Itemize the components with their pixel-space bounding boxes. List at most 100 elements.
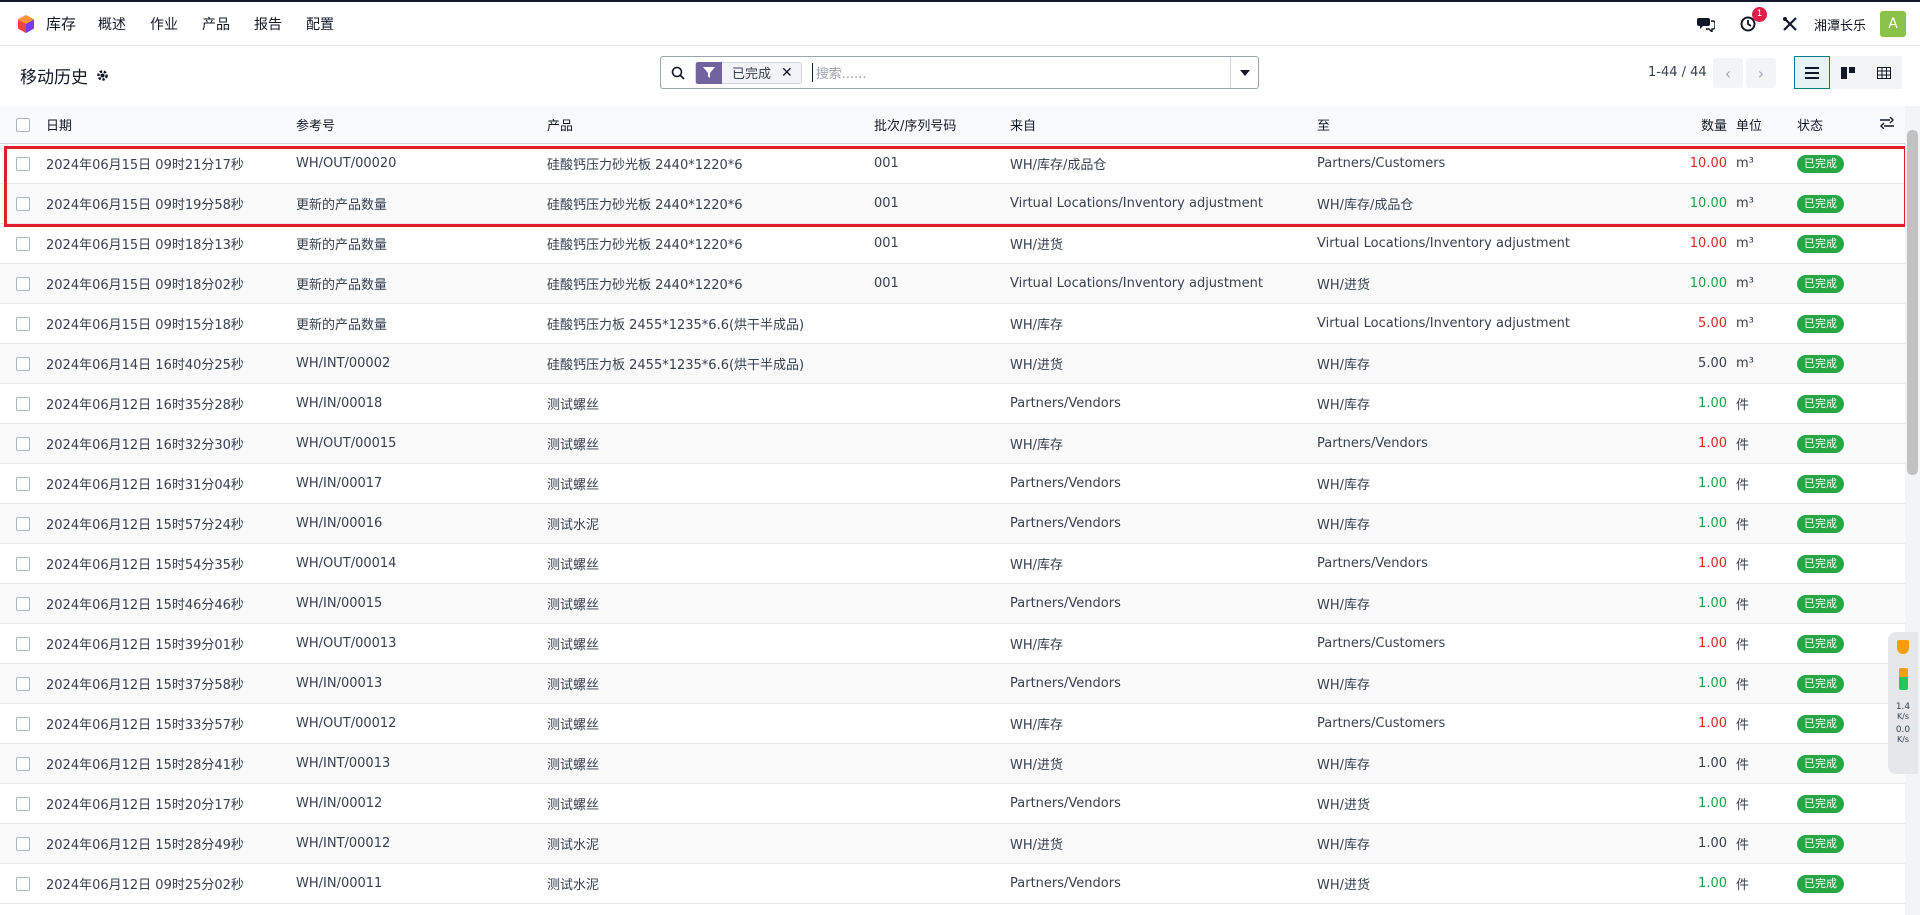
cell-uom: m³ [1736,196,1754,211]
status-badge: 已完成 [1797,514,1844,533]
menu-operations[interactable]: 作业 [150,14,178,34]
row-checkbox[interactable] [16,636,30,651]
cell-state: 已完成 [1797,874,1857,893]
row-checkbox[interactable] [16,396,30,411]
table-row[interactable]: 2024年06月15日 09时18分02秒 更新的产品数量 硅酸钙压力砂光板 244… [0,264,1905,304]
cell-date: 2024年06月14日 16时40分25秒 [46,358,244,373]
cell-to: Partners/Customers [1317,636,1446,651]
column-to[interactable]: 至 [1317,115,1647,134]
cell-reference: WH/IN/00016 [296,516,383,531]
column-product[interactable]: 产品 [547,115,867,134]
gear-icon[interactable] [96,69,109,82]
pager-next-button[interactable]: › [1746,58,1776,88]
cell-state: 已完成 [1797,794,1857,813]
pivot-view-button[interactable] [1866,56,1902,89]
cell-uom: 件 [1736,758,1750,773]
activity-clock-icon[interactable]: 1 [1738,7,1767,34]
row-checkbox[interactable] [16,156,30,171]
table-header: 日期 参考号 产品 批次/序列号码 来自 至 数量 单位 状态 [0,106,1905,144]
table-row[interactable]: 2024年06月15日 09时15分18秒 更新的产品数量 硅酸钙压力板 2455*… [0,304,1905,344]
table-row[interactable]: 2024年06月12日 15时54分35秒 WH/OUT/00014 测试螺丝 WH/… [0,544,1905,584]
table-row[interactable]: 2024年06月12日 15时46分46秒 WH/IN/00015 测试螺丝 Part… [0,584,1905,624]
row-checkbox[interactable] [16,356,30,371]
column-date[interactable]: 日期 [46,115,286,134]
page-title: 移动历史 [20,68,88,88]
row-checkbox[interactable] [16,876,30,891]
menu-overview[interactable]: 概述 [98,14,126,34]
row-checkbox[interactable] [16,236,30,251]
search-icon [671,66,685,80]
cell-state: 已完成 [1797,754,1857,773]
row-checkbox[interactable] [16,716,30,731]
chat-icon[interactable] [1696,14,1716,34]
search-input[interactable]: 搜索...... [811,63,1230,82]
table-row[interactable]: 2024年06月12日 15时37分58秒 WH/IN/00013 测试螺丝 Part… [0,664,1905,704]
table-row[interactable]: 2024年06月12日 16时35分28秒 WH/IN/00018 测试螺丝 Part… [0,384,1905,424]
status-badge: 已完成 [1797,354,1844,373]
pager-value[interactable]: 1-44 / 44 [1648,65,1707,80]
cell-date: 2024年06月15日 09时18分13秒 [46,238,244,253]
search-options-toggle[interactable] [1230,57,1258,88]
row-checkbox[interactable] [16,596,30,611]
select-all-checkbox[interactable] [16,117,30,132]
pager-previous-button[interactable]: ‹ [1713,58,1743,88]
row-checkbox[interactable] [16,476,30,491]
cell-product: 测试水泥 [547,838,600,853]
column-reference[interactable]: 参考号 [296,115,536,134]
row-checkbox[interactable] [16,436,30,451]
table-row[interactable]: 2024年06月12日 15时33分57秒 WH/OUT/00012 测试螺丝 WH/… [0,704,1905,744]
cell-from: WH/库存 [1010,438,1064,453]
company-switcher[interactable]: 湘潭长乐 [1814,15,1866,34]
list-view-button[interactable] [1794,56,1830,89]
table-row[interactable]: 2024年06月14日 16时40分25秒 WH/INT/00002 硅酸钙压力板 … [0,344,1905,384]
cell-lot: 001 [874,236,899,251]
search-bar[interactable]: 已完成 ✕ 搜索...... [660,56,1259,89]
row-checkbox[interactable] [16,556,30,571]
column-uom[interactable]: 单位 [1736,115,1776,134]
column-state[interactable]: 状态 [1797,115,1857,134]
cell-to: WH/库存 [1317,838,1371,853]
table-row[interactable]: 2024年06月12日 15时28分49秒 WH/INT/00012 测试水泥 WH/… [0,824,1905,864]
table-row[interactable]: 2024年06月15日 09时19分58秒 更新的产品数量 硅酸钙压力砂光板 244… [0,184,1905,224]
inventory-app-icon[interactable] [16,14,36,34]
debug-tools-icon[interactable] [1780,14,1800,34]
table-row[interactable]: 2024年06月12日 15时28分41秒 WH/INT/00013 测试螺丝 WH/… [0,744,1905,784]
row-checkbox[interactable] [16,316,30,331]
row-checkbox[interactable] [16,756,30,771]
cell-reference: 更新的产品数量 [296,318,388,333]
column-quantity[interactable]: 数量 [1640,115,1727,134]
cell-date: 2024年06月12日 16时31分04秒 [46,478,244,493]
table-row[interactable]: 2024年06月12日 16时32分30秒 WH/OUT/00015 测试螺丝 WH/… [0,424,1905,464]
facet-close-icon[interactable]: ✕ [781,65,801,81]
column-lot[interactable]: 批次/序列号码 [874,115,1004,134]
cell-uom: m³ [1736,236,1754,251]
network-monitor-widget[interactable]: 1.4 K/s 0.0 K/s [1888,632,1918,774]
cell-product: 测试螺丝 [547,638,600,653]
table-row[interactable]: 2024年06月15日 09时21分17秒 WH/OUT/00020 硅酸钙压力砂光… [0,144,1905,184]
table-row[interactable]: 2024年06月12日 09时25分02秒 WH/IN/00011 测试水泥 Part… [0,864,1905,904]
column-from[interactable]: 来自 [1010,115,1310,134]
cell-uom: 件 [1736,838,1750,853]
row-checkbox[interactable] [16,516,30,531]
table-row[interactable]: 2024年06月12日 16时31分04秒 WH/IN/00017 测试螺丝 Part… [0,464,1905,504]
user-avatar[interactable]: A [1880,11,1906,37]
table-row[interactable]: 2024年06月12日 15时20分17秒 WH/IN/00012 测试螺丝 Part… [0,784,1905,824]
kanban-view-button[interactable] [1830,56,1866,89]
menu-configuration[interactable]: 配置 [306,14,334,34]
row-checkbox[interactable] [16,796,30,811]
cell-from: WH/进货 [1010,838,1064,853]
row-checkbox[interactable] [16,276,30,291]
cell-reference: WH/OUT/00014 [296,556,397,571]
scrollbar-thumb[interactable] [1907,130,1918,475]
app-name[interactable]: 库存 [46,13,76,34]
cell-quantity: 10.00 [1689,236,1727,251]
table-row[interactable]: 2024年06月12日 15时57分24秒 WH/IN/00016 测试水泥 Part… [0,504,1905,544]
menu-reporting[interactable]: 报告 [254,14,282,34]
menu-products[interactable]: 产品 [202,14,230,34]
row-checkbox[interactable] [16,196,30,211]
optional-columns-icon[interactable] [1880,116,1900,133]
row-checkbox[interactable] [16,676,30,691]
row-checkbox[interactable] [16,836,30,851]
table-row[interactable]: 2024年06月12日 15时39分01秒 WH/OUT/00013 测试螺丝 WH/… [0,624,1905,664]
table-row[interactable]: 2024年06月15日 09时18分13秒 更新的产品数量 硅酸钙压力砂光板 244… [0,224,1905,264]
